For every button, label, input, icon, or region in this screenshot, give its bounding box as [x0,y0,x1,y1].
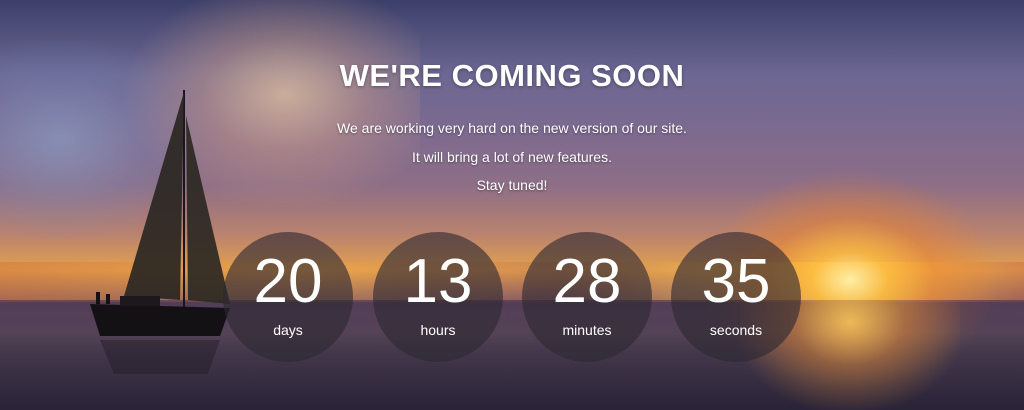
countdown-timer: 20 days 13 hours 28 minutes 35 seconds [0,0,1024,410]
countdown-days: 20 days [223,232,353,362]
countdown-minutes-value: 28 [552,247,622,316]
countdown-hours-value: 13 [403,247,473,316]
countdown-minutes-label: minutes [562,322,612,338]
coming-soon-page: WE'RE COMING SOON We are working very ha… [0,0,1024,410]
countdown-hours-label: hours [420,322,456,338]
countdown-days-label: days [273,322,303,338]
countdown-days-value: 20 [253,247,323,316]
countdown-minutes: 28 minutes [522,232,652,362]
countdown-seconds-label: seconds [709,322,763,338]
countdown-hours: 13 hours [373,232,503,362]
countdown-seconds: 35 seconds [671,232,801,362]
countdown-seconds-value: 35 [701,247,771,316]
